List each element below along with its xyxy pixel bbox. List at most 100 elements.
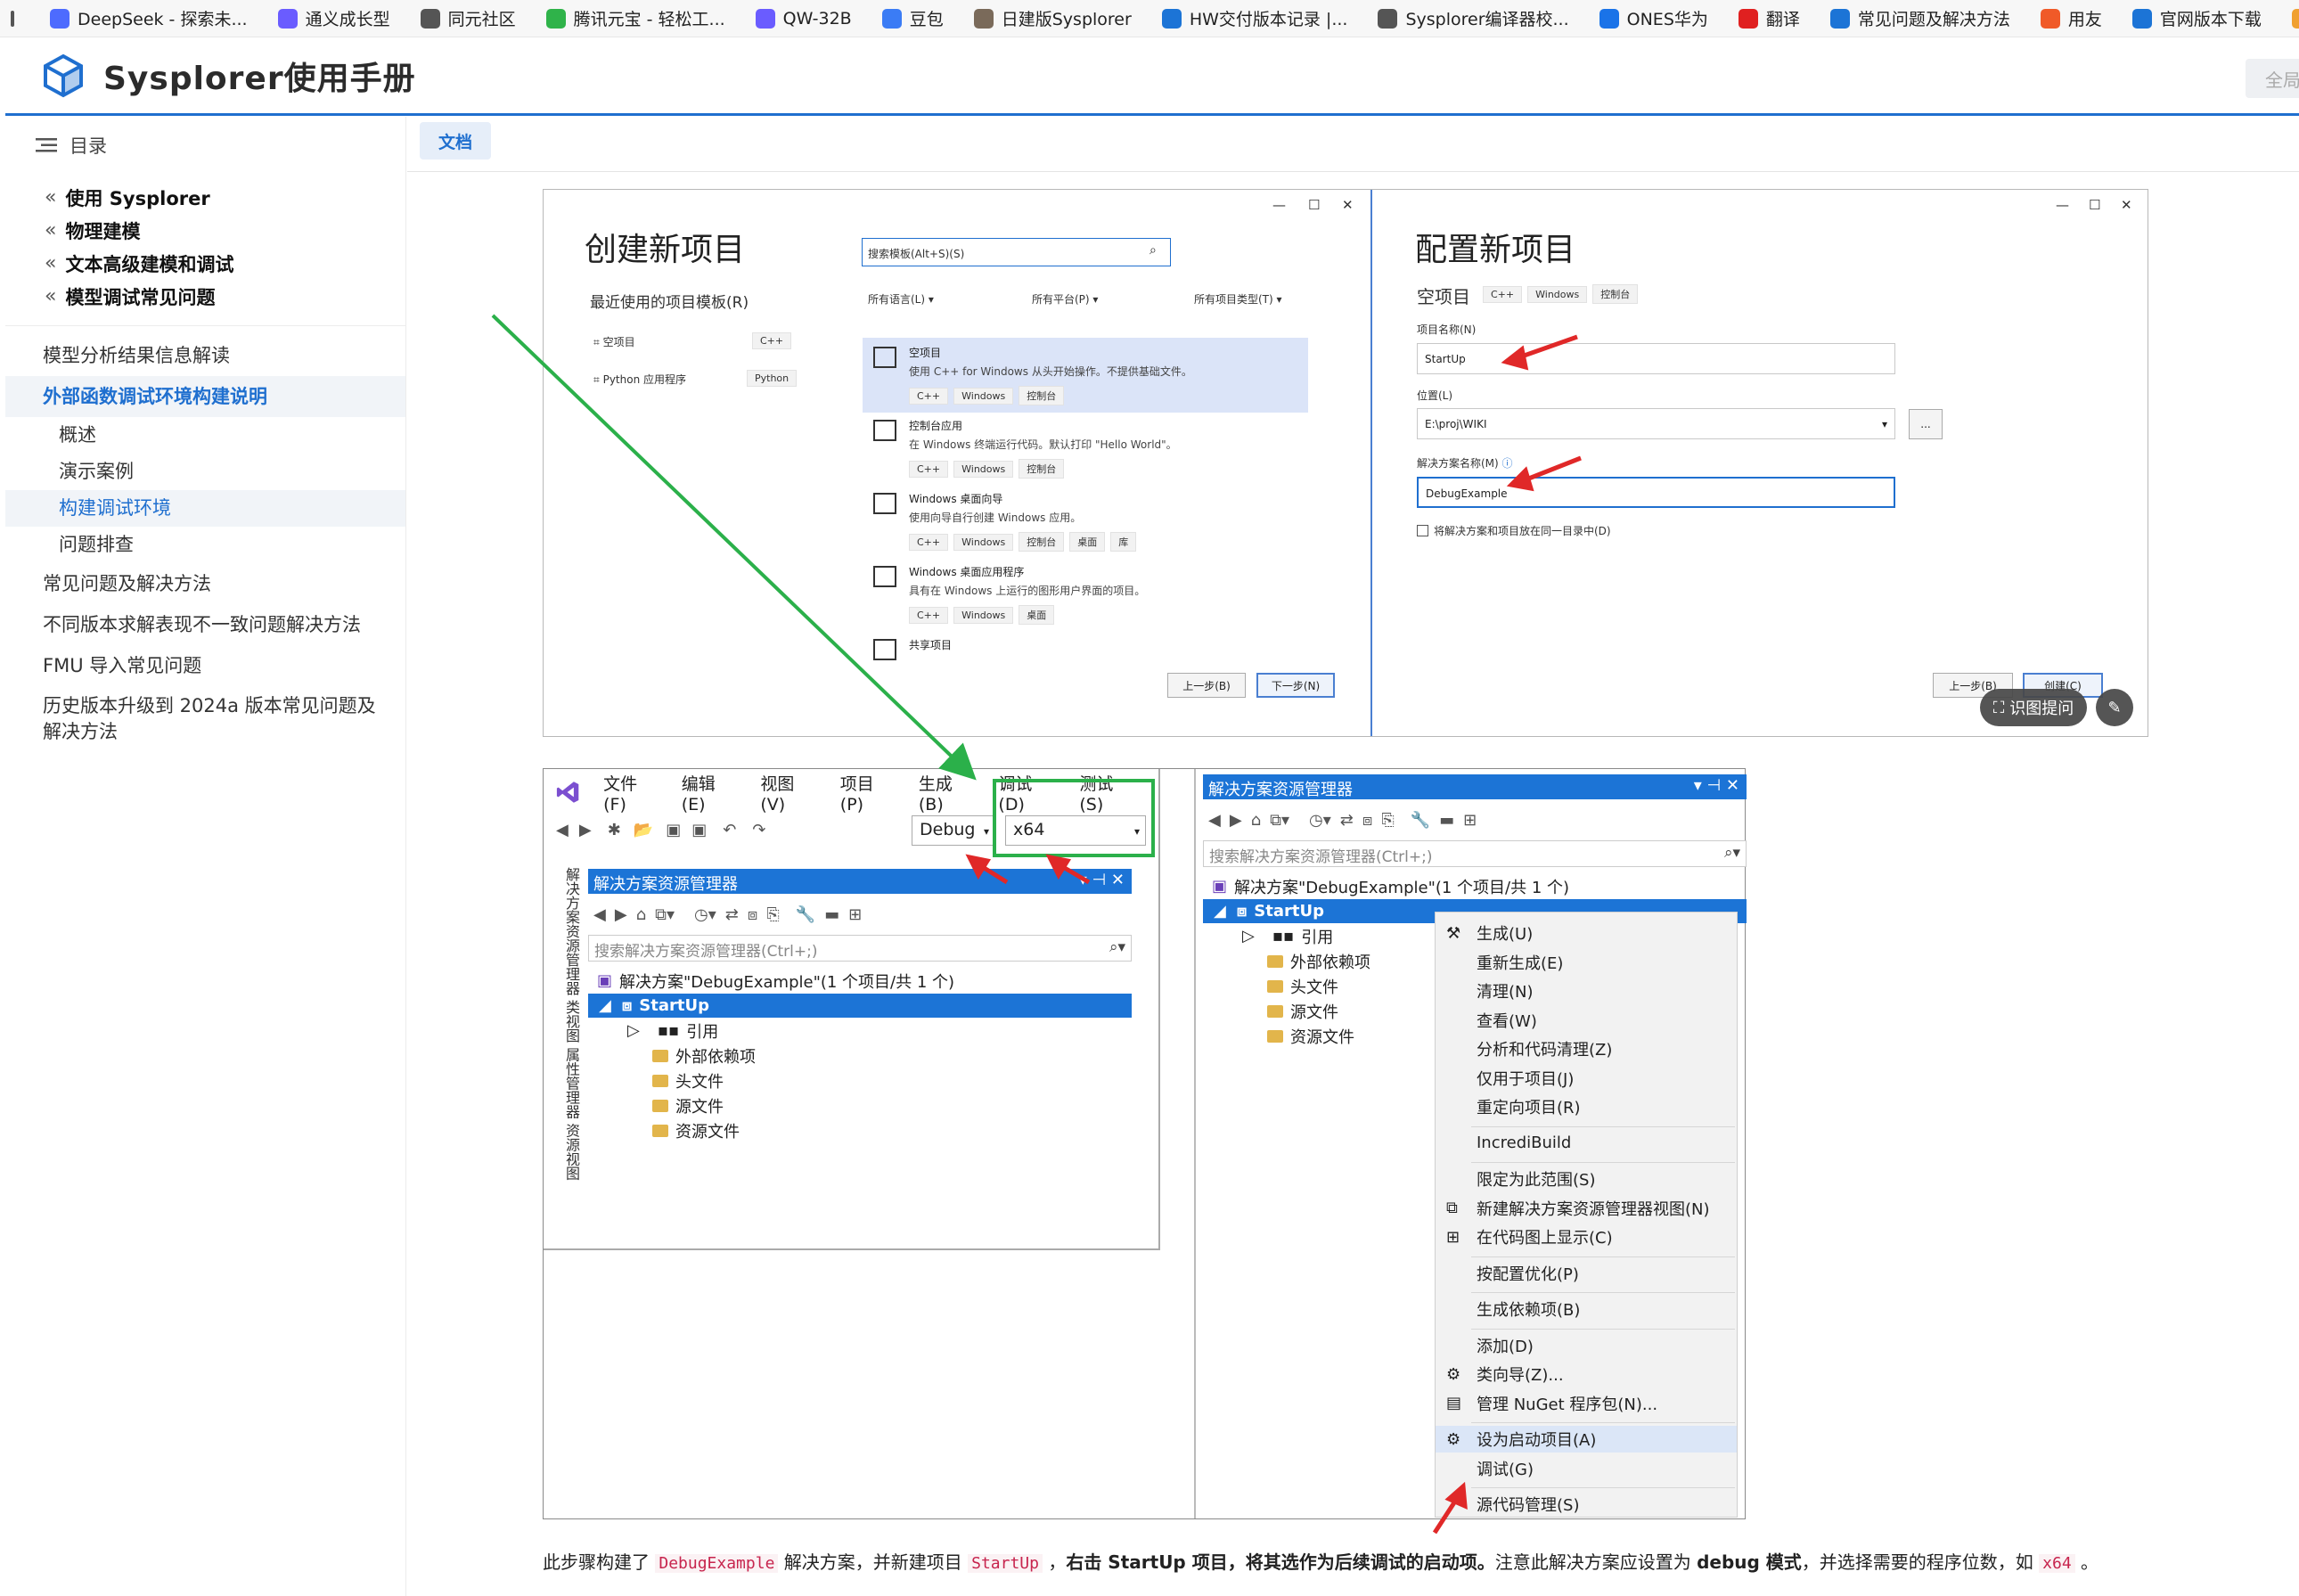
back-button[interactable]: 上一步(B) [1167, 673, 1246, 698]
context-menu-item[interactable]: ⚒ 生成(U) [1436, 920, 1737, 946]
toc-group-item[interactable]: « 文本高级建模和调试 [5, 247, 405, 280]
context-menu-item[interactable]: 仅用于项目(J) [1436, 1065, 1737, 1092]
explorer-search-input[interactable]: 搜索解决方案资源管理器(Ctrl+;) ⌕▾ [588, 935, 1132, 962]
tree-child-node[interactable]: ▷ ▪▪ 引用 [1242, 924, 1333, 948]
context-menu-item[interactable]: 清理(N) [1436, 978, 1737, 1004]
project-template-card[interactable]: Windows 桌面向导 使用向导自行创建 Windows 应用。 C++ Windo… [863, 484, 1308, 559]
config-select[interactable]: Debug ▾ [912, 815, 994, 846]
browse-button[interactable]: ... [1909, 409, 1943, 439]
context-menu-item[interactable]: 分析和代码清理(Z) [1436, 1035, 1737, 1062]
context-menu-item[interactable]: ⊞ 在代码图上显示(C) [1436, 1224, 1737, 1250]
wrench-icon[interactable]: 🔧 [796, 905, 815, 924]
toc-header[interactable]: 目录 [5, 117, 405, 174]
vs-menu-item[interactable]: 编辑(E) [682, 771, 734, 814]
context-menu-item[interactable]: IncrediBuild [1436, 1130, 1737, 1157]
context-menu-item[interactable]: 按配置优化(P) [1436, 1260, 1737, 1287]
toc-item[interactable]: 不同版本求解表现不一致问题解决方法 [5, 604, 405, 645]
project-name-input[interactable]: StartUp [1417, 343, 1895, 374]
tree-child-node[interactable]: 头文件 [1267, 974, 1338, 998]
context-menu-item[interactable]: 添加(D) [1436, 1332, 1737, 1359]
context-menu-item[interactable]: 重新生成(E) [1436, 949, 1737, 976]
collapse-icon[interactable]: ⧈ [1362, 811, 1372, 830]
back-nav-icon[interactable]: ◀ [1208, 811, 1221, 830]
tree-child-node[interactable]: 源文件 [1267, 999, 1338, 1023]
preview-icon[interactable]: ▬ [1439, 811, 1454, 830]
bookmark-link[interactable]: 同元社区 [420, 6, 516, 30]
toc-sub-item[interactable]: 构建调试环境 [5, 490, 405, 527]
template-search-input[interactable]: 搜索模板(Alt+S)(S) [862, 238, 1171, 266]
toc-sub-item[interactable]: 演示案例 [5, 454, 405, 490]
collapse-arrow-icon[interactable]: ▷ [1242, 927, 1255, 945]
switch-view-icon[interactable]: ⧉▾ [655, 905, 675, 924]
vs-menu-item[interactable]: 项目(P) [840, 771, 892, 814]
bookmark-link[interactable]: 翻译 [1738, 6, 1800, 30]
explorer-window-controls[interactable]: ▾ ⊣ ✕ [1079, 871, 1125, 889]
forward-nav-icon[interactable]: ▶ [579, 821, 592, 839]
expand-icon[interactable]: ◢ [599, 996, 611, 1015]
solution-node[interactable]: ▣ 解决方案"DebugExample"(1 个项目/共 1 个) [1212, 874, 1711, 898]
project-node[interactable]: ◢ ⧈ StartUp [588, 994, 1132, 1018]
collapse-icon[interactable]: ⧈ [748, 905, 757, 924]
toc-sub-item[interactable]: 概述 [5, 417, 405, 454]
toc-item[interactable]: 历史版本升级到 2024a 版本常见问题及解决方法 [5, 686, 405, 752]
show-all-icon[interactable]: ⎘ [766, 905, 779, 924]
wrench-icon[interactable]: 🔧 [1411, 811, 1430, 830]
site-title[interactable]: Sysplorer使用手册 [103, 53, 416, 99]
project-template-card[interactable]: Windows 桌面应用程序 具有在 Windows 上运行的图形用户界面的项目。… [863, 557, 1308, 632]
tree-child-node[interactable]: 资源文件 [1267, 1024, 1354, 1048]
maximize-icon[interactable]: ☐ [2089, 197, 2100, 213]
toc-item[interactable]: 外部函数调试环境构建说明 [5, 376, 405, 417]
context-menu-item[interactable]: ⚙ 设为启动项目(A) [1436, 1426, 1737, 1453]
redo-icon[interactable]: ↷ [752, 821, 765, 839]
pending-changes-icon[interactable]: ◷▾ [694, 905, 716, 924]
toc-group-item[interactable]: « 模型调试常见问题 [5, 280, 405, 313]
tree-child-node[interactable]: ▷ ▪▪ 引用 [627, 1019, 718, 1043]
image-edit-icon[interactable]: ✎ [2096, 689, 2133, 726]
filter-project-type[interactable]: 所有项目类型(T) ▾ [1194, 291, 1282, 307]
tree-child-node[interactable]: 外部依赖项 [1267, 949, 1370, 973]
context-menu-item[interactable]: ⧉ 新建解决方案资源管理器视图(N) [1436, 1195, 1737, 1222]
context-menu-item[interactable]: 查看(W) [1436, 1007, 1737, 1034]
toc-group-item[interactable]: « 物理建模 [5, 214, 405, 247]
minimize-icon[interactable]: — [2056, 197, 2069, 213]
vs-menu-item[interactable]: 生成(B) [919, 771, 972, 814]
vs-side-tabs[interactable]: 解决方案资源管理器 类视图 属性管理器 资源视图 [561, 867, 581, 1180]
bookmark-link[interactable]: HW交付版本记录 |... [1161, 6, 1347, 30]
home-icon[interactable]: ⌂ [636, 905, 646, 924]
same-dir-checkbox[interactable]: 将解决方案和项目放在同一目录中(D) [1417, 523, 1611, 538]
next-button[interactable]: 下一步(N) [1256, 673, 1335, 698]
new-project-icon[interactable]: ✱ [608, 821, 621, 839]
bookmark-link[interactable]: 通义成长型 [277, 6, 390, 30]
context-menu-item[interactable]: ⚙ 类向导(Z)... [1436, 1361, 1737, 1387]
cube-logo-icon[interactable] [41, 53, 86, 98]
vs-menu-item[interactable]: 测试(S) [1079, 771, 1132, 814]
bookmark-link[interactable]: ONES华为 [1599, 6, 1708, 30]
project-template-card[interactable]: 空项目 使用 C++ for Windows 从头开始操作。不提供基础文件。 C++… [863, 338, 1308, 413]
vs-menu-item[interactable]: 视图(V) [760, 771, 813, 814]
context-menu-item[interactable]: 调试(G) [1436, 1455, 1737, 1482]
context-menu-item[interactable]: ▤ 管理 NuGet 程序包(N)... [1436, 1390, 1737, 1417]
diagram-icon[interactable]: ⊞ [848, 905, 862, 924]
platform-select[interactable]: x64 ▾ [1005, 815, 1146, 846]
save-all-icon[interactable]: ▣ [691, 821, 707, 839]
toc-item[interactable]: 常见问题及解决方法 [5, 563, 405, 604]
home-icon[interactable]: ⌂ [1251, 811, 1261, 830]
sync-icon[interactable]: ⇄ [725, 905, 739, 924]
project-template-card[interactable]: 共享项目 [863, 630, 1308, 660]
recent-template[interactable]: ⌗ Python 应用程序 Python [593, 370, 816, 387]
tree-child-node[interactable]: 资源文件 [652, 1118, 740, 1142]
context-menu-item[interactable]: 源代码管理(S) [1436, 1491, 1737, 1518]
solution-name-input[interactable]: DebugExample [1417, 477, 1895, 508]
ocr-ask-button[interactable]: ⛶ 识图提问 [1980, 689, 2087, 726]
context-menu-item[interactable]: 生成依赖项(B) [1436, 1296, 1737, 1322]
bookmark-link[interactable]: MoHub-智能 [2291, 6, 2299, 30]
search-icon[interactable]: ⌕ [1150, 243, 1157, 258]
filter-platform[interactable]: 所有平台(P) ▾ [1032, 291, 1098, 307]
sidebar-toggle-icon[interactable] [11, 10, 14, 27]
location-input[interactable]: E:\proj\WIKI ▾ [1417, 408, 1895, 439]
tree-child-node[interactable]: 外部依赖项 [652, 1044, 756, 1068]
bookmark-link[interactable]: 用友 [2040, 6, 2102, 30]
bookmark-link[interactable]: QW-32B [755, 8, 852, 29]
preview-icon[interactable]: ▬ [824, 905, 839, 924]
toc-group-item[interactable]: « 使用 Sysplorer [5, 181, 405, 214]
